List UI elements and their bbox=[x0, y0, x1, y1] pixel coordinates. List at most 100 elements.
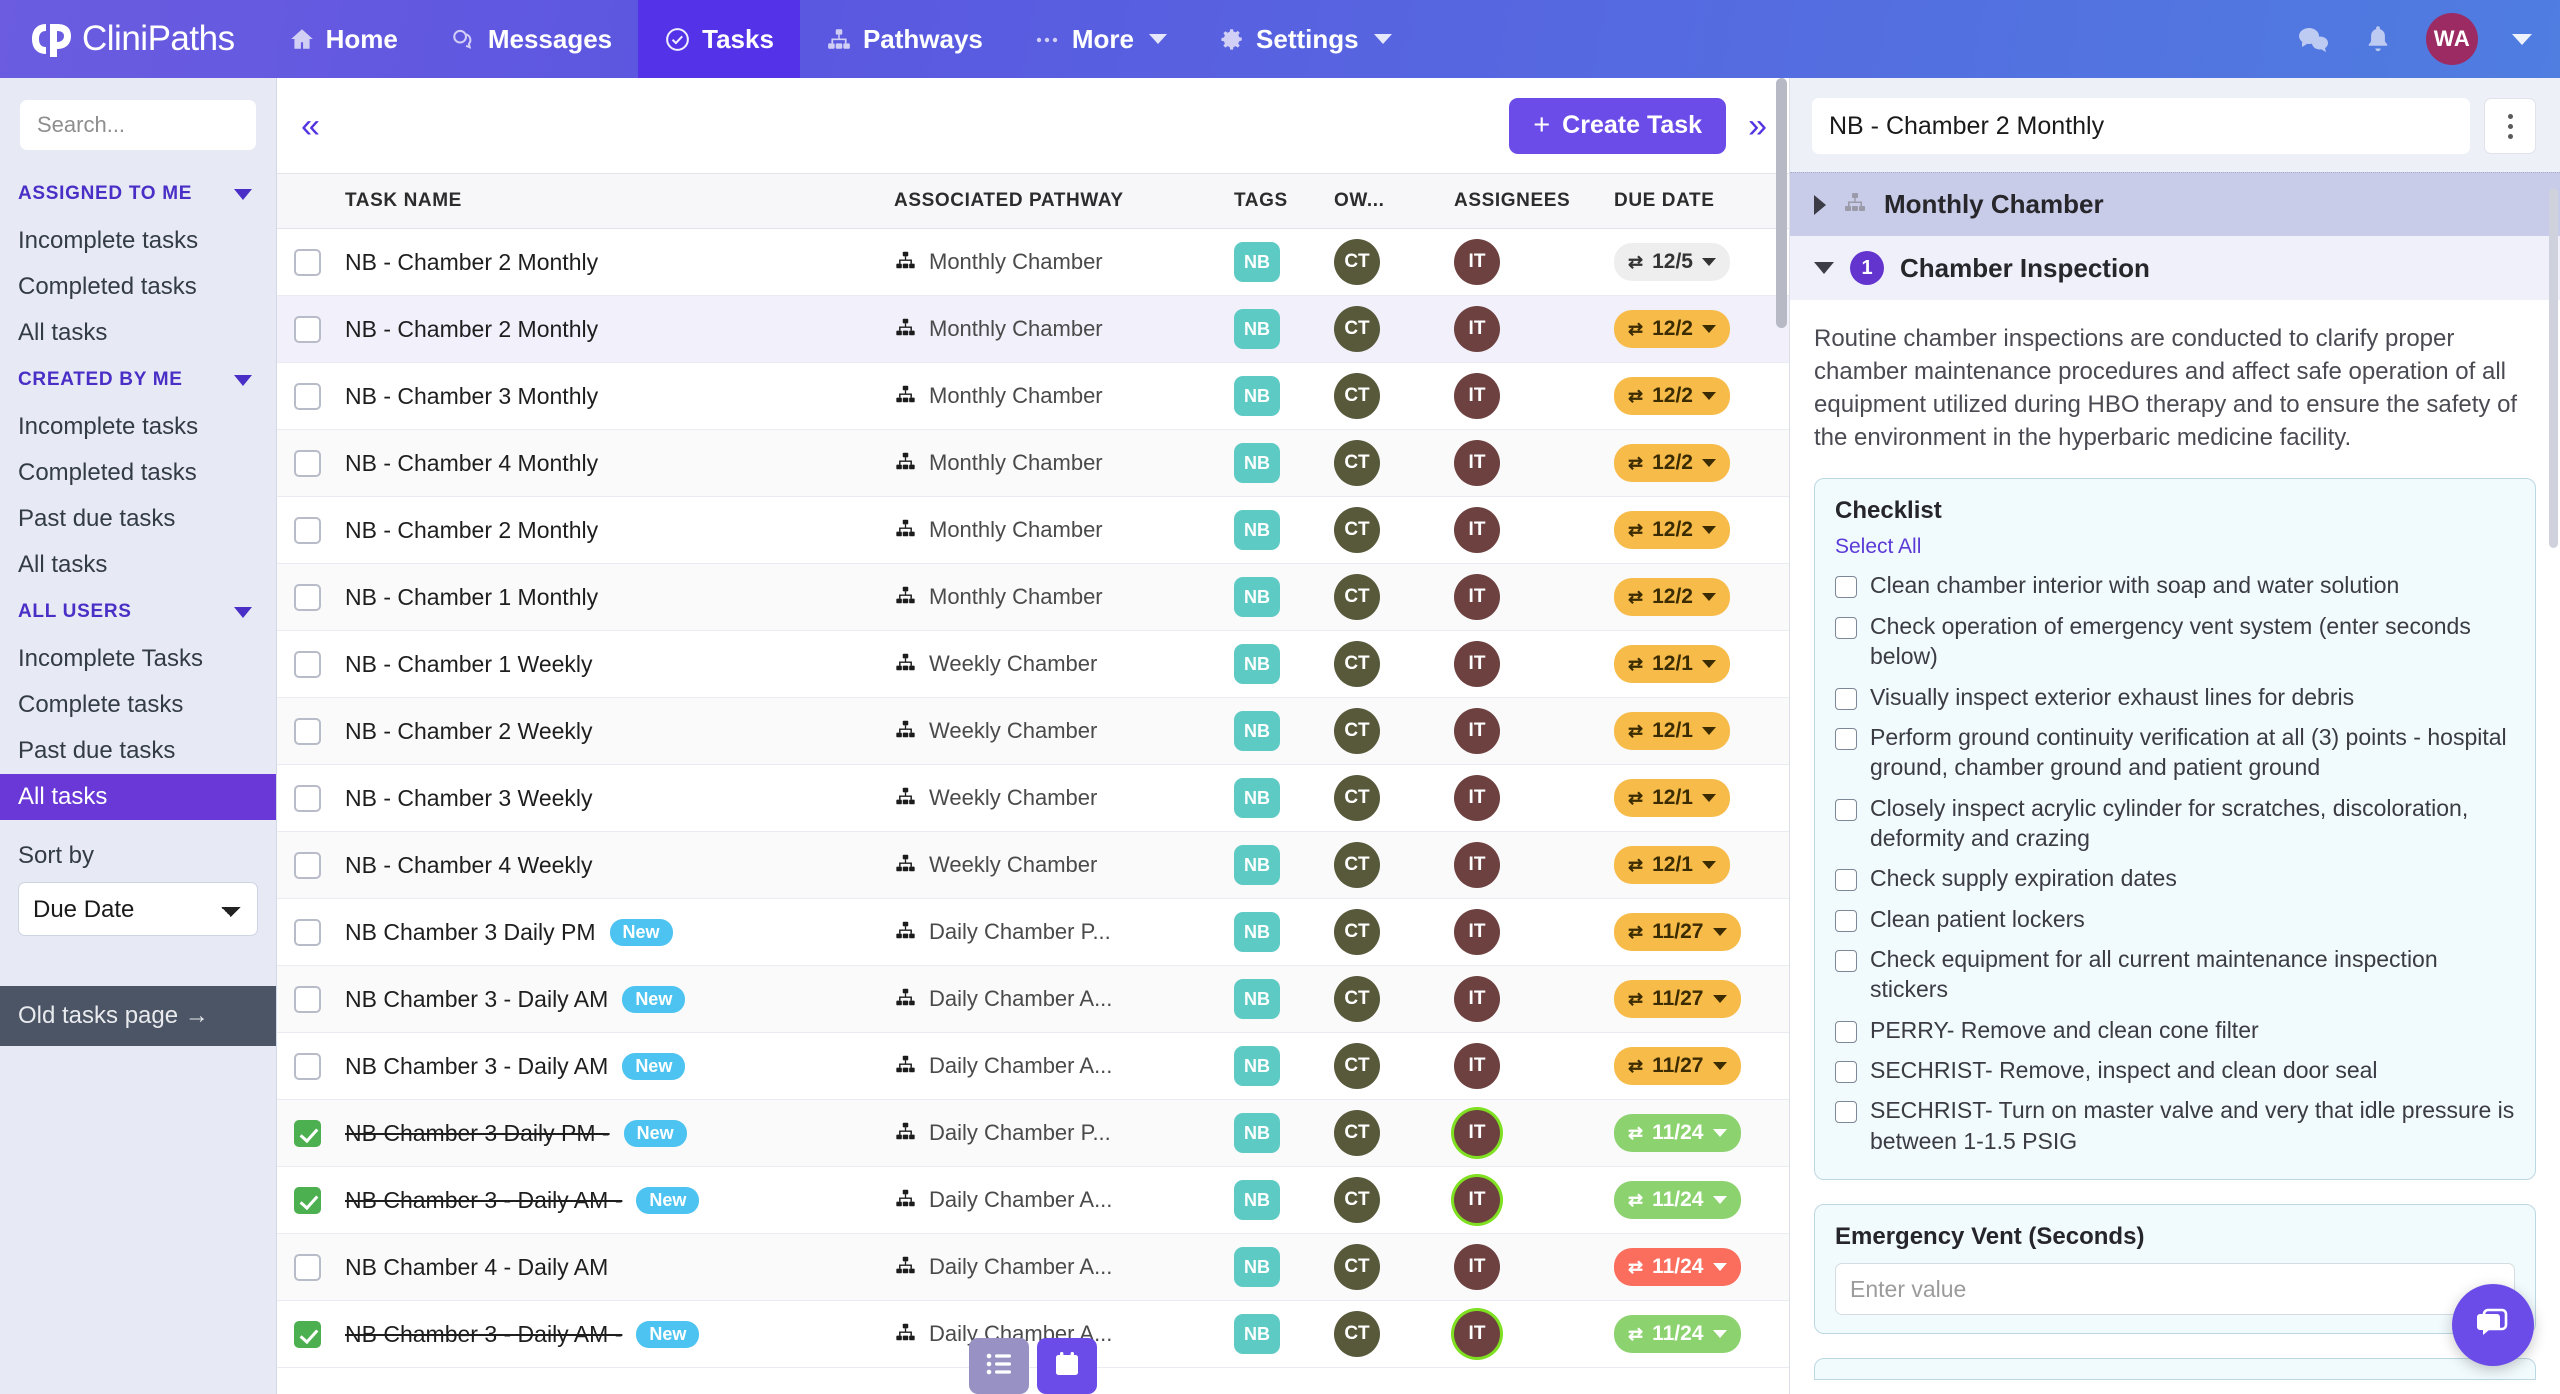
owner-avatar[interactable]: CT bbox=[1334, 1110, 1380, 1156]
due-date-pill[interactable]: ⇄ 12/1 bbox=[1614, 712, 1730, 750]
pathway-cell[interactable]: Weekly Chamber bbox=[894, 718, 1234, 745]
checklist-item[interactable]: PERRY- Remove and clean cone filter bbox=[1835, 1010, 2515, 1050]
task-name-cell[interactable]: NB Chamber 3 - Daily AM New bbox=[337, 985, 894, 1013]
task-complete-checkbox[interactable] bbox=[293, 918, 321, 946]
due-date-pill[interactable]: ⇄ 11/27 bbox=[1614, 1047, 1741, 1085]
tag-chip[interactable]: NB bbox=[1234, 1113, 1280, 1153]
owner-avatar[interactable]: CT bbox=[1334, 976, 1380, 1022]
nav-item-home[interactable]: Home bbox=[263, 0, 424, 78]
assignee-avatar[interactable]: IT bbox=[1454, 641, 1500, 687]
owner-avatar[interactable]: CT bbox=[1334, 373, 1380, 419]
checklist-checkbox[interactable] bbox=[1835, 869, 1857, 892]
header-task-name[interactable]: TASK NAME bbox=[337, 190, 894, 212]
task-complete-checkbox[interactable] bbox=[293, 1119, 321, 1147]
due-date-pill[interactable]: ⇄ 12/1 bbox=[1614, 645, 1730, 683]
table-row[interactable]: NB - Chamber 2 Weekly Weekly Chamber NB CT I… bbox=[277, 698, 1789, 765]
task-name-cell[interactable]: NB - Chamber 1 Weekly bbox=[337, 651, 894, 678]
table-row[interactable]: NB - Chamber 1 Weekly Weekly Chamber NB CT I… bbox=[277, 631, 1789, 698]
checklist-checkbox[interactable] bbox=[1835, 616, 1857, 639]
chat-support-button[interactable] bbox=[2452, 1284, 2534, 1366]
owner-avatar[interactable]: CT bbox=[1334, 239, 1380, 285]
detail-pathway-row[interactable]: Monthly Chamber bbox=[1790, 172, 2560, 236]
bell-icon[interactable] bbox=[2364, 24, 2392, 54]
table-row[interactable]: NB - Chamber 2 Monthly Monthly Chamber NB C… bbox=[277, 229, 1789, 296]
nav-item-settings[interactable]: Settings bbox=[1193, 0, 1418, 78]
due-date-pill[interactable]: ⇄ 11/24 bbox=[1614, 1248, 1741, 1286]
assignee-avatar[interactable]: IT bbox=[1454, 775, 1500, 821]
sidebar-group-all-users[interactable]: ALL USERS bbox=[0, 588, 276, 636]
task-name-cell[interactable]: NB Chamber 3 - Daily AM - New bbox=[337, 1320, 894, 1348]
checklist-item[interactable]: SECHRIST- Remove, inspect and clean door… bbox=[1835, 1050, 2515, 1090]
table-row[interactable]: NB Chamber 3 Daily PM - New Daily Chamber … bbox=[277, 1100, 1789, 1167]
assignee-avatar[interactable]: IT bbox=[1454, 708, 1500, 754]
nav-item-messages[interactable]: Messages bbox=[424, 0, 638, 78]
calendar-view-button[interactable] bbox=[1037, 1338, 1097, 1394]
pathway-cell[interactable]: Weekly Chamber bbox=[894, 852, 1234, 879]
task-name-cell[interactable]: NB - Chamber 2 Monthly bbox=[337, 316, 894, 343]
list-view-button[interactable] bbox=[969, 1338, 1029, 1394]
task-complete-checkbox[interactable] bbox=[293, 315, 321, 343]
tag-chip[interactable]: NB bbox=[1234, 309, 1280, 349]
due-date-pill[interactable]: ⇄ 12/2 bbox=[1614, 444, 1730, 482]
task-complete-checkbox[interactable] bbox=[293, 784, 321, 812]
tag-chip[interactable]: NB bbox=[1234, 242, 1280, 282]
pathway-cell[interactable]: Daily Chamber P... bbox=[894, 919, 1234, 946]
checklist-item[interactable]: Check equipment for all current maintena… bbox=[1835, 939, 2515, 1010]
more-options-icon[interactable] bbox=[2484, 98, 2536, 154]
task-complete-checkbox[interactable] bbox=[293, 248, 321, 276]
nav-item-pathways[interactable]: Pathways bbox=[800, 0, 1009, 78]
checklist-item[interactable]: Visually inspect exterior exhaust lines … bbox=[1835, 677, 2515, 717]
task-complete-checkbox[interactable] bbox=[293, 382, 321, 410]
checklist-item[interactable]: Check operation of emergency vent system… bbox=[1835, 606, 2515, 677]
nav-item-tasks[interactable]: Tasks bbox=[638, 0, 800, 78]
table-row[interactable]: NB Chamber 3 - Daily AM New Daily Chamber … bbox=[277, 1033, 1789, 1100]
pathway-cell[interactable]: Daily Chamber P... bbox=[894, 1120, 1234, 1147]
tag-chip[interactable]: NB bbox=[1234, 711, 1280, 751]
table-row[interactable]: NB Chamber 3 - Daily AM New Daily Chamber … bbox=[277, 966, 1789, 1033]
checklist-item[interactable]: Check supply expiration dates bbox=[1835, 858, 2515, 898]
task-complete-checkbox[interactable] bbox=[293, 516, 321, 544]
assignee-avatar[interactable]: IT bbox=[1454, 373, 1500, 419]
task-name-cell[interactable]: NB - Chamber 4 Monthly bbox=[337, 450, 894, 477]
due-date-pill[interactable]: ⇄ 11/24 bbox=[1614, 1315, 1741, 1353]
pathway-cell[interactable]: Monthly Chamber bbox=[894, 249, 1234, 276]
task-complete-checkbox[interactable] bbox=[293, 1052, 321, 1080]
checklist-item[interactable]: SECHRIST- Turn on master valve and very … bbox=[1835, 1090, 2515, 1161]
assignee-avatar[interactable]: IT bbox=[1454, 1177, 1500, 1223]
checklist-item[interactable]: Perform ground continuity verification a… bbox=[1835, 717, 2515, 788]
pathway-cell[interactable]: Monthly Chamber bbox=[894, 584, 1234, 611]
header-due-date[interactable]: DUE DATE bbox=[1614, 190, 1789, 212]
sidebar-item-created-completed[interactable]: Completed tasks bbox=[0, 450, 276, 496]
assignee-avatar[interactable]: IT bbox=[1454, 440, 1500, 486]
checklist-checkbox[interactable] bbox=[1835, 727, 1857, 750]
tag-chip[interactable]: NB bbox=[1234, 443, 1280, 483]
checklist-checkbox[interactable] bbox=[1835, 1101, 1857, 1124]
create-task-button[interactable]: + Create Task bbox=[1509, 97, 1727, 154]
due-date-pill[interactable]: ⇄ 12/5 bbox=[1614, 243, 1730, 281]
owner-avatar[interactable]: CT bbox=[1334, 507, 1380, 553]
owner-avatar[interactable]: CT bbox=[1334, 708, 1380, 754]
tag-chip[interactable]: NB bbox=[1234, 1046, 1280, 1086]
double-chevron-right-icon[interactable]: » bbox=[1748, 109, 1767, 143]
task-name-cell[interactable]: NB - Chamber 1 Monthly bbox=[337, 584, 894, 611]
assignee-avatar[interactable]: IT bbox=[1454, 306, 1500, 352]
due-date-pill[interactable]: ⇄ 11/27 bbox=[1614, 913, 1741, 951]
assignee-avatar[interactable]: IT bbox=[1454, 842, 1500, 888]
detail-panel-scrollbar[interactable] bbox=[2549, 188, 2558, 548]
assignee-avatar[interactable]: IT bbox=[1454, 1244, 1500, 1290]
detail-title-input[interactable] bbox=[1812, 98, 2470, 154]
due-date-pill[interactable]: ⇄ 12/2 bbox=[1614, 310, 1730, 348]
pathway-cell[interactable]: Monthly Chamber bbox=[894, 517, 1234, 544]
table-row[interactable]: NB - Chamber 4 Monthly Monthly Chamber NB C… bbox=[277, 430, 1789, 497]
checklist-item[interactable]: Clean chamber interior with soap and wat… bbox=[1835, 565, 2515, 605]
assignee-avatar[interactable]: IT bbox=[1454, 1043, 1500, 1089]
task-name-cell[interactable]: NB - Chamber 2 Monthly bbox=[337, 249, 894, 276]
pathway-cell[interactable]: Daily Chamber A... bbox=[894, 986, 1234, 1013]
sidebar-item-allusers-pastdue[interactable]: Past due tasks bbox=[0, 728, 276, 774]
tag-chip[interactable]: NB bbox=[1234, 1180, 1280, 1220]
sidebar-group-created-by-me[interactable]: CREATED BY ME bbox=[0, 356, 276, 404]
task-complete-checkbox[interactable] bbox=[293, 985, 321, 1013]
owner-avatar[interactable]: CT bbox=[1334, 1177, 1380, 1223]
detail-section-row[interactable]: 1 Chamber Inspection bbox=[1790, 236, 2560, 300]
task-complete-checkbox[interactable] bbox=[293, 1320, 321, 1348]
